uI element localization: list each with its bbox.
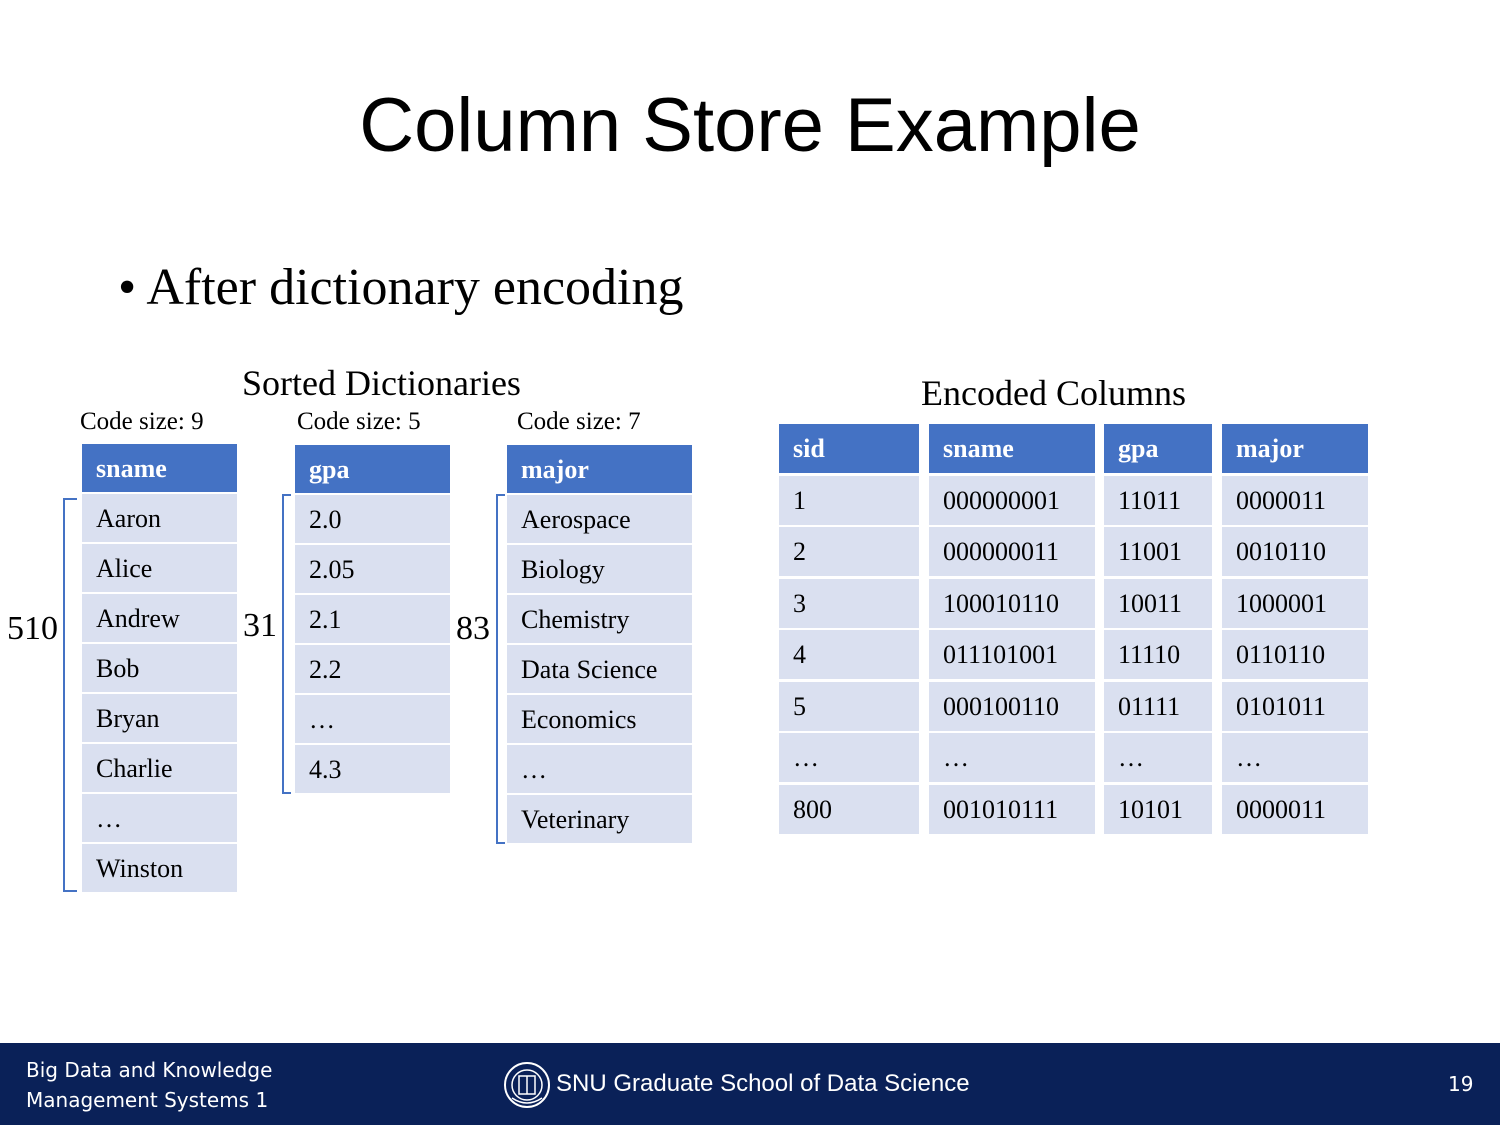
sname-bracket: [63, 498, 77, 892]
list-item: Data Science: [507, 645, 692, 693]
encoded-heading: Encoded Columns: [921, 373, 1186, 413]
table-cell: 000000001: [929, 475, 1095, 525]
list-item: …: [295, 695, 450, 743]
table-cell: …: [1222, 733, 1368, 782]
table-cell: 11011: [1104, 475, 1212, 525]
table-cell: …: [929, 733, 1095, 782]
table-cell: 000100110: [929, 681, 1095, 731]
table-cell: 3: [779, 578, 919, 628]
table-cell: 2: [779, 527, 919, 576]
table-cell: 1000001: [1222, 578, 1368, 628]
table-cell: 0000011: [1222, 784, 1368, 834]
list-item: …: [82, 794, 237, 842]
table-cell: 000000011: [929, 527, 1095, 576]
list-item: Aerospace: [507, 495, 692, 543]
list-item: Bob: [82, 644, 237, 692]
major-bracket: [496, 494, 505, 844]
encoded-gpa-column: gpa 11011 11001 10011 11110 01111 … 1010…: [1104, 424, 1212, 836]
column-header-major: major: [1222, 424, 1368, 473]
list-item: Charlie: [82, 744, 237, 792]
table-cell: 011101001: [929, 630, 1095, 679]
table-cell: 11001: [1104, 527, 1212, 576]
list-item: Andrew: [82, 594, 237, 642]
list-item: Chemistry: [507, 595, 692, 643]
school-name: SNU Graduate School of Data Science: [556, 1070, 970, 1097]
sname-dictionary: sname Aaron Alice Andrew Bob Bryan Charl…: [82, 444, 237, 894]
gpa-dictionary: gpa 2.0 2.05 2.1 2.2 … 4.3: [295, 445, 450, 795]
column-header-gpa: gpa: [1104, 424, 1212, 473]
table-cell: 11110: [1104, 630, 1212, 679]
table-cell: 10011: [1104, 578, 1212, 628]
list-item: 4.3: [295, 745, 450, 793]
column-header-sid: sid: [779, 424, 919, 473]
major-dict-header: major: [507, 445, 692, 493]
major-dictionary: major Aerospace Biology Chemistry Data S…: [507, 445, 692, 845]
page-number: 19: [1448, 1072, 1474, 1096]
table-cell: …: [1104, 733, 1212, 782]
list-item: Bryan: [82, 694, 237, 742]
list-item: Winston: [82, 844, 237, 892]
column-header-sname: sname: [929, 424, 1095, 473]
course-name: Big Data and Knowledge Management System…: [26, 1055, 272, 1115]
snu-logo-icon: [504, 1062, 550, 1108]
encoded-sid-column: sid 1 2 3 4 5 … 800: [779, 424, 919, 836]
list-item: …: [507, 745, 692, 793]
list-item: 2.2: [295, 645, 450, 693]
gpa-dict-header: gpa: [295, 445, 450, 493]
course-name-line1: Big Data and Knowledge: [26, 1058, 273, 1082]
list-item: Biology: [507, 545, 692, 593]
list-item: Veterinary: [507, 795, 692, 843]
table-cell: 01111: [1104, 681, 1212, 731]
table-cell: 100010110: [929, 578, 1095, 628]
gpa-bracket: [282, 494, 291, 794]
table-cell: 10101: [1104, 784, 1212, 834]
list-item: Economics: [507, 695, 692, 743]
course-name-line2: Management Systems 1: [26, 1088, 269, 1112]
table-cell: 001010111: [929, 784, 1095, 834]
list-item: Alice: [82, 544, 237, 592]
list-item: 2.1: [295, 595, 450, 643]
table-cell: 0000011: [1222, 475, 1368, 525]
encoded-sname-column: sname 000000001 000000011 100010110 0111…: [929, 424, 1095, 836]
table-cell: 1: [779, 475, 919, 525]
table-cell: …: [779, 733, 919, 782]
table-cell: 0101011: [1222, 681, 1368, 731]
table-cell: 5: [779, 681, 919, 731]
table-cell: 0110110: [1222, 630, 1368, 679]
table-cell: 4: [779, 630, 919, 679]
table-cell: 0010110: [1222, 527, 1368, 576]
sname-dict-header: sname: [82, 444, 237, 492]
table-cell: 800: [779, 784, 919, 834]
list-item: Aaron: [82, 494, 237, 542]
list-item: 2.05: [295, 545, 450, 593]
list-item: 2.0: [295, 495, 450, 543]
encoded-major-column: major 0000011 0010110 1000001 0110110 01…: [1222, 424, 1368, 836]
